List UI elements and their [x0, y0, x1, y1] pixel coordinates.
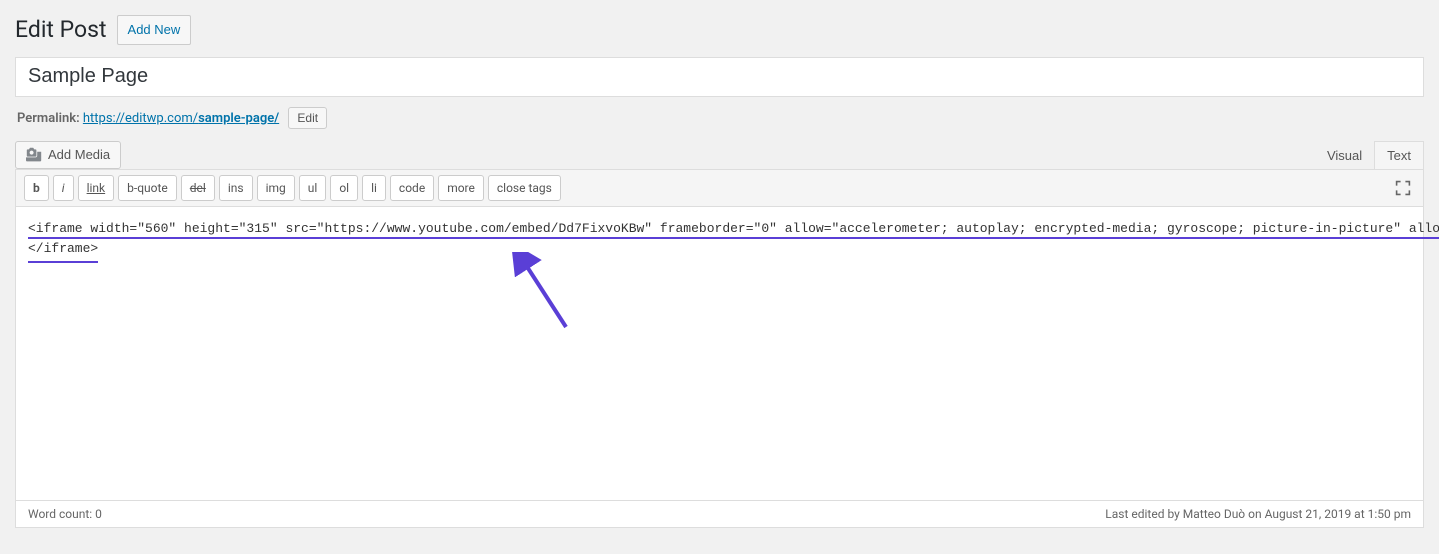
annotation-arrow: [506, 252, 586, 342]
toolbar-img[interactable]: img: [257, 175, 295, 201]
toolbar-code[interactable]: code: [390, 175, 434, 201]
last-edited-text: Last edited by Matteo Duò on August 21, …: [1105, 507, 1411, 521]
footer-row: Word count: 0 Last edited by Matteo Duò …: [15, 501, 1424, 528]
toolbar-ol[interactable]: ol: [330, 175, 358, 201]
fullscreen-button[interactable]: [1391, 176, 1415, 200]
toolbar-row: b i link b-quote del ins img ul ol li co…: [15, 169, 1424, 206]
code-line-1: <iframe width="560" height="315" src="ht…: [28, 221, 1439, 239]
toolbar-more[interactable]: more: [438, 175, 484, 201]
toolbar-italic[interactable]: i: [53, 175, 74, 201]
tab-text[interactable]: Text: [1374, 141, 1424, 169]
word-count: Word count: 0: [28, 507, 102, 521]
permalink-label: Permalink:: [17, 111, 80, 126]
toolbar-bold[interactable]: b: [24, 175, 49, 201]
permalink-link[interactable]: https://editwp.com/sample-page/: [83, 111, 279, 126]
permalink-row: Permalink: https://editwp.com/sample-pag…: [15, 97, 1424, 141]
toolbar-del[interactable]: del: [181, 175, 215, 201]
add-media-button[interactable]: Add Media: [15, 141, 121, 169]
edit-slug-button[interactable]: Edit: [288, 107, 327, 129]
toolbar-ul[interactable]: ul: [299, 175, 327, 201]
fullscreen-icon: [1395, 180, 1411, 196]
header-row: Edit Post Add New: [15, 0, 1424, 57]
toolbar-bquote[interactable]: b-quote: [118, 175, 177, 201]
media-tabs-row: Add Media Visual Text: [15, 141, 1424, 169]
toolbar-link[interactable]: link: [78, 175, 115, 201]
media-icon: [26, 147, 42, 163]
add-new-button[interactable]: Add New: [117, 15, 192, 45]
page-title: Edit Post: [15, 16, 107, 43]
code-line-2: </iframe>: [28, 239, 98, 263]
add-media-label: Add Media: [48, 147, 110, 162]
editor-content-area[interactable]: <iframe width="560" height="315" src="ht…: [15, 206, 1424, 501]
toolbar-buttons: b i link b-quote del ins img ul ol li co…: [24, 175, 561, 201]
toolbar-li[interactable]: li: [362, 175, 386, 201]
post-title-input[interactable]: [15, 57, 1424, 97]
toolbar-ins[interactable]: ins: [219, 175, 253, 201]
toolbar-close-tags[interactable]: close tags: [488, 175, 561, 201]
tab-visual[interactable]: Visual: [1315, 142, 1374, 169]
editor-tabs: Visual Text: [1315, 141, 1424, 169]
